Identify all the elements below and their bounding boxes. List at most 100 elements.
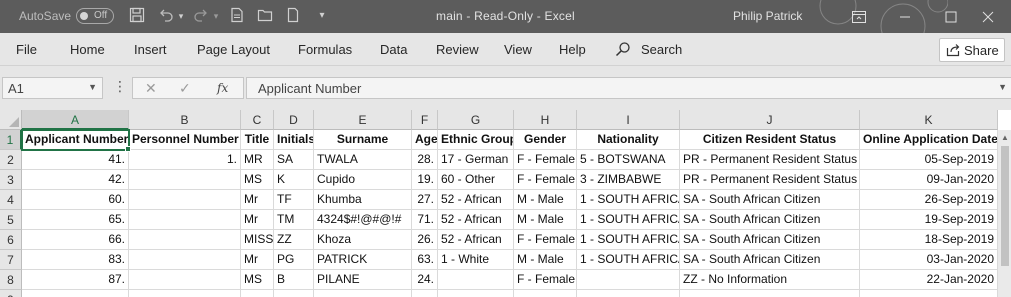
column-header-d[interactable]: D — [274, 110, 314, 130]
table-cell[interactable]: Mr — [241, 190, 274, 210]
row-header-2[interactable]: 2 — [0, 150, 22, 170]
name-box[interactable]: A1 ▼ — [2, 77, 103, 99]
tab-home[interactable]: Home — [70, 42, 105, 57]
table-cell[interactable]: Khoza — [314, 230, 412, 250]
ribbon-display-options-icon[interactable] — [836, 0, 882, 33]
cancel-entry-icon[interactable]: ✕ — [145, 80, 157, 97]
header-cell[interactable]: Age — [412, 130, 438, 150]
insert-function-icon[interactable]: fx — [217, 81, 228, 95]
formula-input[interactable]: Applicant Number ▼ — [246, 77, 1011, 99]
header-cell[interactable]: Initials — [274, 130, 314, 150]
row-header-9[interactable]: 9 — [0, 290, 22, 297]
table-cell[interactable]: 52 - African — [438, 210, 514, 230]
table-cell[interactable]: PR - Permanent Resident Status — [680, 170, 860, 190]
table-cell[interactable]: 4324$#!@#@!# — [314, 210, 412, 230]
table-cell[interactable]: PATRICK — [314, 250, 412, 270]
table-cell[interactable]: 22-Jan-2020 — [860, 270, 998, 290]
table-cell[interactable] — [129, 270, 241, 290]
table-cell[interactable]: Mr — [241, 210, 274, 230]
vertical-scrollbar[interactable]: ▲ — [997, 130, 1011, 297]
save-icon[interactable] — [128, 7, 146, 25]
table-cell[interactable]: 87. — [22, 270, 129, 290]
table-cell[interactable]: 17 - German — [438, 150, 514, 170]
redo-icon[interactable] — [192, 7, 210, 25]
search-icon[interactable] — [615, 41, 631, 57]
confirm-entry-icon[interactable]: ✓ — [179, 80, 191, 97]
customize-quick-access-icon[interactable]: ▾ — [316, 7, 328, 25]
table-cell[interactable] — [577, 290, 680, 297]
row-header-6[interactable]: 6 — [0, 230, 22, 250]
table-cell[interactable] — [129, 250, 241, 270]
header-cell[interactable]: Online Application Date — [860, 130, 998, 150]
table-cell[interactable]: ZZ - No Information — [680, 270, 860, 290]
new-document-icon[interactable] — [228, 7, 246, 25]
table-cell[interactable]: M - Male — [514, 250, 577, 270]
table-cell[interactable]: 26. — [412, 230, 438, 250]
tab-page-layout[interactable]: Page Layout — [197, 42, 270, 57]
table-cell[interactable]: 41. — [22, 150, 129, 170]
table-cell[interactable]: PILANE — [314, 270, 412, 290]
open-folder-icon[interactable] — [256, 7, 274, 25]
user-name[interactable]: Philip Patrick — [733, 9, 802, 23]
column-header-i[interactable]: I — [577, 110, 680, 130]
table-cell[interactable]: 60 - Other — [438, 170, 514, 190]
tab-file[interactable]: File — [16, 42, 37, 57]
column-header-a[interactable]: A — [22, 110, 129, 130]
table-cell[interactable]: 09-Jan-2020 — [860, 170, 998, 190]
header-cell[interactable]: Nationality — [577, 130, 680, 150]
row-header-1[interactable]: 1 — [0, 130, 22, 150]
table-cell[interactable]: 66. — [22, 230, 129, 250]
table-cell[interactable]: Mr — [241, 250, 274, 270]
tab-view[interactable]: View — [504, 42, 532, 57]
share-button[interactable]: Share — [939, 38, 1005, 62]
header-cell[interactable]: Applicant Number — [22, 130, 129, 150]
table-cell[interactable]: 1 - SOUTH AFRICA — [577, 250, 680, 270]
table-cell[interactable]: 18-Sep-2019 — [860, 230, 998, 250]
table-cell[interactable] — [438, 290, 514, 297]
table-cell[interactable]: 83. — [22, 250, 129, 270]
table-cell[interactable]: SA - South African Citizen — [680, 190, 860, 210]
table-cell[interactable]: 24. — [412, 270, 438, 290]
table-cell[interactable]: 3 - ZIMBABWE — [577, 170, 680, 190]
tab-data[interactable]: Data — [380, 42, 407, 57]
table-cell[interactable]: 5 - BOTSWANA — [577, 150, 680, 170]
table-cell[interactable]: SA — [274, 150, 314, 170]
table-cell[interactable]: Khumba — [314, 190, 412, 210]
table-cell[interactable]: K — [274, 170, 314, 190]
column-header-b[interactable]: B — [129, 110, 241, 130]
table-cell[interactable]: 19. — [412, 170, 438, 190]
column-header-j[interactable]: J — [680, 110, 860, 130]
table-cell[interactable] — [22, 290, 129, 297]
table-cell[interactable]: 26-Sep-2019 — [860, 190, 998, 210]
table-cell[interactable]: 42. — [22, 170, 129, 190]
search-box[interactable]: Search — [641, 42, 682, 57]
table-cell[interactable] — [680, 290, 860, 297]
table-cell[interactable]: MS — [241, 170, 274, 190]
table-cell[interactable]: 1 - SOUTH AFRICA — [577, 190, 680, 210]
column-header-k[interactable]: K — [860, 110, 998, 130]
table-cell[interactable]: TM — [274, 210, 314, 230]
autosave-toggle[interactable]: Off — [76, 8, 114, 24]
table-cell[interactable]: SA - South African Citizen — [680, 250, 860, 270]
table-cell[interactable]: 05-Sep-2019 — [860, 150, 998, 170]
table-cell[interactable]: F - Female — [514, 230, 577, 250]
table-cell[interactable]: PR - Permanent Resident Status — [680, 150, 860, 170]
table-cell[interactable]: 27. — [412, 190, 438, 210]
row-header-5[interactable]: 5 — [0, 210, 22, 230]
table-cell[interactable] — [860, 290, 998, 297]
table-cell[interactable]: SA - South African Citizen — [680, 210, 860, 230]
column-header-f[interactable]: F — [412, 110, 438, 130]
header-cell[interactable]: Surname — [314, 130, 412, 150]
column-header-e[interactable]: E — [314, 110, 412, 130]
table-cell[interactable]: 1 - White — [438, 250, 514, 270]
table-cell[interactable]: 65. — [22, 210, 129, 230]
header-cell[interactable]: Gender — [514, 130, 577, 150]
table-cell[interactable]: SA - South African Citizen — [680, 230, 860, 250]
table-cell[interactable]: 19-Sep-2019 — [860, 210, 998, 230]
table-cell[interactable]: MISS — [241, 230, 274, 250]
row-header-4[interactable]: 4 — [0, 190, 22, 210]
column-header-c[interactable]: C — [241, 110, 274, 130]
table-cell[interactable]: ZZ — [274, 230, 314, 250]
table-cell[interactable]: MR — [241, 150, 274, 170]
redo-dropdown-icon[interactable]: ▾ — [211, 7, 221, 25]
